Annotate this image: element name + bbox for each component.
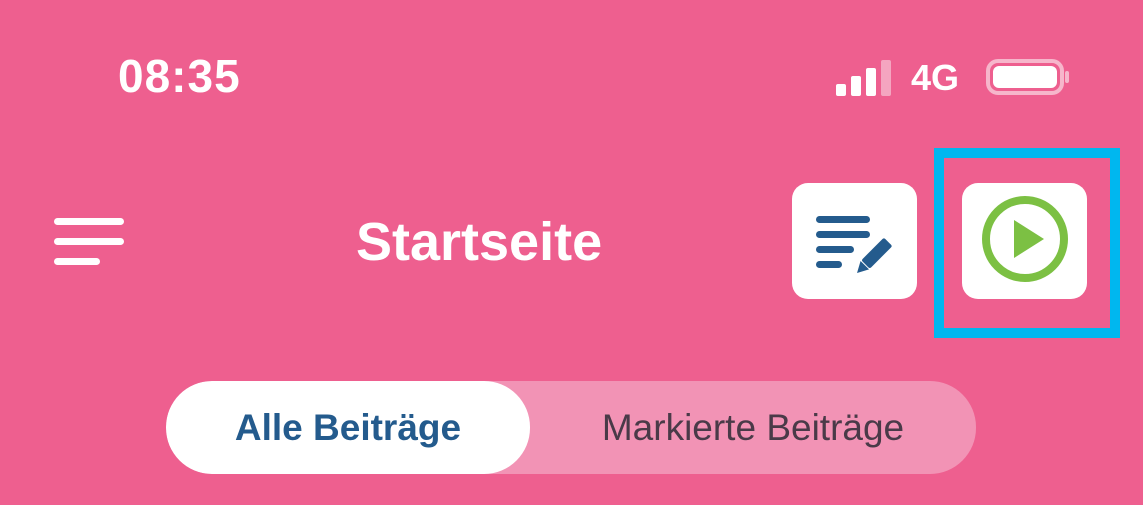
network-type: 4G xyxy=(911,57,960,98)
page-title: Startseite xyxy=(356,212,603,272)
play-circle-icon xyxy=(982,196,1068,282)
post-filter-tabs: Alle Beiträge Markierte Beiträge xyxy=(166,381,976,474)
status-bar: 08:35 4G xyxy=(0,0,1143,140)
tab-marked-posts[interactable]: Markierte Beiträge xyxy=(530,381,976,474)
clock-time: 08:35 xyxy=(118,50,241,102)
edit-posts-button[interactable] xyxy=(792,183,917,299)
menu-icon[interactable] xyxy=(54,218,126,268)
battery-icon xyxy=(986,59,1069,95)
signal-strength-icon xyxy=(836,60,891,96)
tab-all-posts[interactable]: Alle Beiträge xyxy=(166,381,530,474)
play-button[interactable] xyxy=(962,183,1087,299)
list-edit-icon xyxy=(816,216,892,273)
